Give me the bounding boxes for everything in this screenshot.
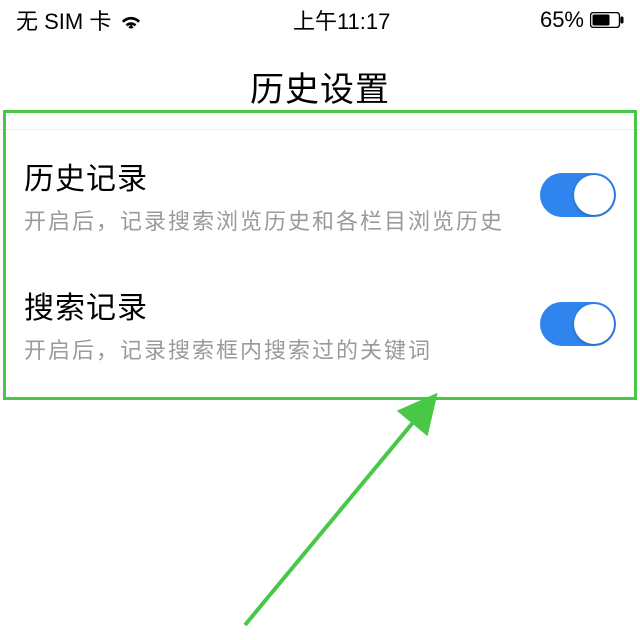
status-bar: 无 SIM 卡 上午11:17 65%: [0, 0, 640, 40]
battery-icon: [590, 12, 624, 28]
setting-desc: 开启后，记录搜索浏览历史和各栏目浏览历史: [24, 208, 520, 237]
status-time: 上午11:17: [293, 4, 390, 36]
setting-row-search: 搜索记录 开启后，记录搜索框内搜索过的关键词: [0, 259, 640, 388]
setting-row-history: 历史记录 开启后，记录搜索浏览历史和各栏目浏览历史: [0, 130, 640, 259]
status-right: 65%: [540, 7, 624, 33]
setting-title: 历史记录: [24, 154, 520, 198]
annotation-arrow: [230, 390, 450, 630]
wifi-icon: [119, 11, 143, 29]
setting-text: 搜索记录 开启后，记录搜索框内搜索过的关键词: [24, 283, 540, 366]
settings-list: 历史记录 开启后，记录搜索浏览历史和各栏目浏览历史 搜索记录 开启后，记录搜索框…: [0, 129, 640, 387]
toggle-knob: [574, 175, 614, 215]
search-toggle[interactable]: [540, 302, 616, 346]
history-toggle[interactable]: [540, 173, 616, 217]
status-left: 无 SIM 卡: [16, 4, 143, 36]
setting-text: 历史记录 开启后，记录搜索浏览历史和各栏目浏览历史: [24, 154, 540, 237]
setting-title: 搜索记录: [24, 283, 520, 327]
toggle-knob: [574, 304, 614, 344]
page-title: 历史设置: [0, 40, 640, 129]
carrier-text: 无 SIM 卡: [16, 4, 111, 36]
battery-pct: 65%: [540, 7, 584, 33]
setting-desc: 开启后，记录搜索框内搜索过的关键词: [24, 337, 520, 366]
